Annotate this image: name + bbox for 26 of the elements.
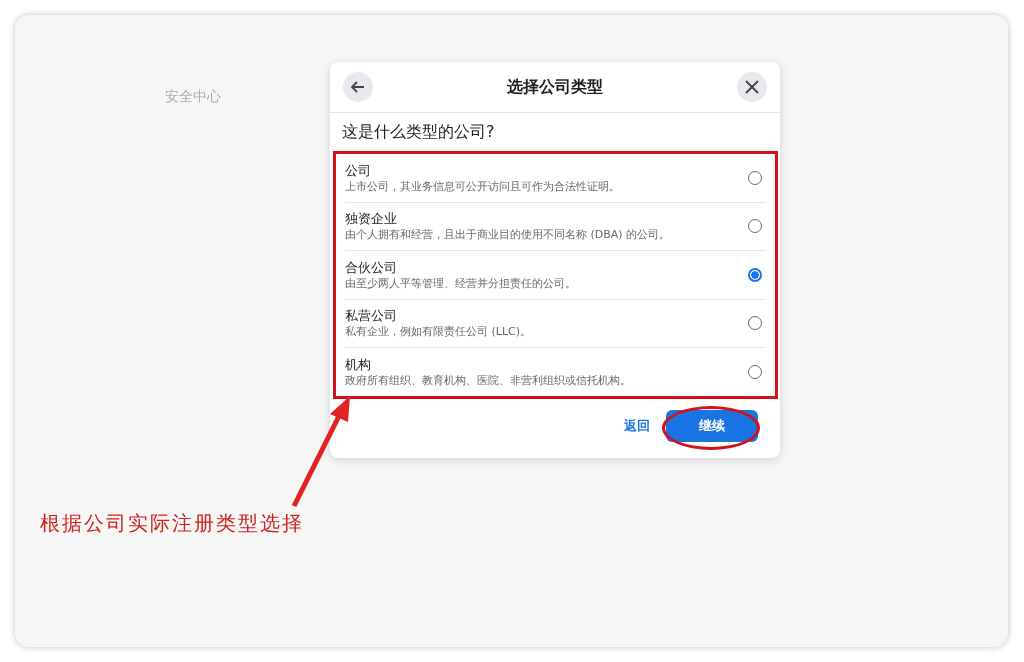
company-type-option[interactable]: 独资企业 由个人拥有和经营，且出于商业目的使用不同名称 (DBA) 的公司。 [345, 202, 766, 251]
option-label: 机构 [345, 355, 372, 373]
option-description: 私有企业，例如有限责任公司 (LLC)。 [345, 324, 532, 340]
option-label: 公司 [345, 161, 372, 179]
close-button[interactable] [737, 72, 767, 102]
question-text: 这是什么类型的公司? [341, 121, 496, 143]
back-arrow-icon [350, 79, 366, 95]
company-type-option[interactable]: 私营公司 私有企业，例如有限责任公司 (LLC)。 [345, 299, 766, 348]
company-type-option[interactable]: 合伙公司 由至少两人平等管理、经营并分担责任的公司。 [345, 251, 766, 300]
radio-button[interactable] [748, 267, 762, 282]
option-label: 独资企业 [345, 210, 398, 228]
continue-button[interactable]: 继续 [666, 410, 758, 443]
section-heading: 安全中心 [165, 88, 221, 106]
dialog-title: 选择公司类型 [507, 76, 603, 98]
close-icon [744, 79, 760, 95]
company-type-option[interactable]: 公司 上市公司，其业务信息可公开访问且可作为合法性证明。 [345, 154, 766, 203]
option-label: 私营公司 [345, 307, 398, 325]
option-label: 合伙公司 [345, 258, 398, 276]
annotation-caption: 根据公司实际注册类型选择 [40, 510, 304, 537]
option-description: 政府所有组织、教育机构、医院、非营利组织或信托机构。 [345, 372, 631, 388]
option-description: 由至少两人平等管理、经营并分担责任的公司。 [345, 275, 576, 291]
option-description: 上市公司，其业务信息可公开访问且可作为合法性证明。 [345, 178, 620, 194]
back-button[interactable] [343, 72, 373, 102]
option-description: 由个人拥有和经营，且出于商业目的使用不同名称 (DBA) 的公司。 [345, 227, 671, 243]
company-type-option[interactable]: 机构 政府所有组织、教育机构、医院、非营利组织或信托机构。 [345, 348, 766, 396]
back-link[interactable]: 返回 [624, 417, 650, 436]
